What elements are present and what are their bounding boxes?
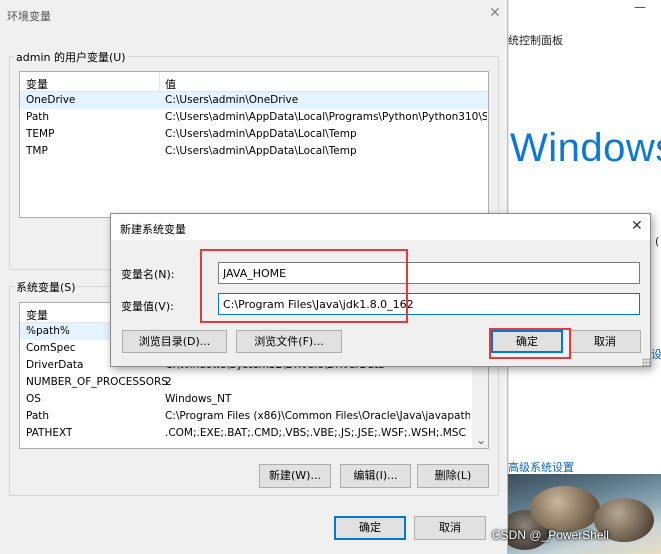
var-name: DriverData <box>26 359 84 371</box>
column-header-variable[interactable]: 变量 <box>26 76 48 92</box>
var-value: Windows_NT <box>165 393 232 405</box>
table-row[interactable]: Path C:\Users\admin\AppData\Local\Progra… <box>20 109 488 126</box>
resize-grip-icon[interactable] <box>642 358 650 366</box>
scroll-down-icon[interactable]: ⌄ <box>476 433 486 447</box>
var-name: NUMBER_OF_PROCESSORS <box>26 376 168 388</box>
ok-button[interactable]: 确定 <box>334 516 406 540</box>
var-value: C:\Users\admin\OneDrive <box>165 94 299 106</box>
variable-name-label: 变量名(N): <box>121 268 175 281</box>
table-row[interactable]: TMP C:\Users\admin\AppData\Local\Temp <box>20 143 488 160</box>
control-panel-breadcrumb: 统控制面板 <box>508 34 563 47</box>
minimize-icon[interactable]: — <box>634 0 646 14</box>
desktop-wallpaper-image <box>508 474 661 554</box>
advanced-settings-link[interactable]: 高级系统设置 <box>508 459 574 475</box>
edit-variable-button[interactable]: 编辑(I)... <box>340 464 411 488</box>
cancel-button[interactable]: 取消 <box>414 516 486 540</box>
watermark-text: CSDN @_PowerShell <box>492 528 609 542</box>
table-row[interactable]: TEMP C:\Users\admin\AppData\Local\Temp <box>20 126 488 143</box>
system-variables-label: 系统变量(S) <box>14 279 78 295</box>
new-variable-button[interactable]: 新建(W)... <box>259 464 331 488</box>
delete-variable-button[interactable]: 删除(L) <box>417 464 489 488</box>
column-header-value[interactable]: 值 <box>165 76 176 92</box>
close-icon[interactable]: ✕ <box>631 218 643 234</box>
var-name: Path <box>26 111 50 123</box>
ok-button[interactable]: 确定 <box>491 330 563 353</box>
var-value: C:\Users\admin\AppData\Local\Temp <box>165 128 357 140</box>
close-icon[interactable]: ✕ <box>489 5 501 21</box>
dialog-title: 新建系统变量 <box>120 223 186 236</box>
table-row[interactable]: Path C:\Program Files (x86)\Common Files… <box>20 408 488 425</box>
var-value: C:\Program Files (x86)\Common Files\Orac… <box>165 410 470 422</box>
variable-value-label: 变量值(V): <box>121 300 174 313</box>
new-system-variable-dialog: 新建系统变量 ✕ 变量名(N): 变量值(V): 浏览目录(D)... 浏览文件… <box>110 213 651 367</box>
list-header: 变量 值 <box>20 72 488 92</box>
var-name: OS <box>26 393 41 405</box>
var-name: %path% <box>26 325 70 337</box>
wallpaper-rock <box>530 486 600 532</box>
browse-directory-button[interactable]: 浏览目录(D)... <box>122 330 227 353</box>
var-name: ComSpec <box>26 342 76 354</box>
table-row[interactable]: PATHEXT .COM;.EXE;.BAT;.CMD;.VBS;.VBE;.J… <box>20 425 488 442</box>
dialog-titlebar[interactable]: 新建系统变量 ✕ <box>111 214 650 240</box>
dialog-title: 环境变量 <box>7 10 51 23</box>
variable-name-input[interactable] <box>218 262 640 284</box>
cancel-button[interactable]: 取消 <box>569 330 641 353</box>
column-header-variable[interactable]: 变量 <box>26 307 48 323</box>
table-row[interactable]: OneDrive C:\Users\admin\OneDrive <box>20 92 488 109</box>
table-row[interactable]: OS Windows_NT <box>20 391 488 408</box>
user-variables-label: admin 的用户变量(U) <box>14 49 128 65</box>
background-settings-link[interactable]: 设 <box>651 346 661 362</box>
windows-logo-text: Windows <box>510 126 661 170</box>
var-value: C:\Users\admin\AppData\Local\Programs\Py… <box>165 111 487 123</box>
user-variables-list[interactable]: 变量 值 OneDrive C:\Users\admin\OneDrive Pa… <box>19 71 489 218</box>
var-value: 2 <box>165 376 172 388</box>
background-text-fragment: ( <box>655 235 660 248</box>
var-name: OneDrive <box>26 94 76 106</box>
var-value: C:\Users\admin\AppData\Local\Temp <box>165 145 357 157</box>
table-row[interactable]: NUMBER_OF_PROCESSORS 2 <box>20 374 488 391</box>
var-value: .COM;.EXE;.BAT;.CMD;.VBS;.VBE;.JS;.JSE;.… <box>165 427 466 439</box>
var-name: TMP <box>26 145 48 157</box>
var-name: TEMP <box>26 128 55 140</box>
variable-value-input[interactable] <box>218 293 640 315</box>
var-name: PATHEXT <box>26 427 73 439</box>
browse-file-button[interactable]: 浏览文件(F)... <box>236 330 342 353</box>
var-name: Path <box>26 410 50 422</box>
